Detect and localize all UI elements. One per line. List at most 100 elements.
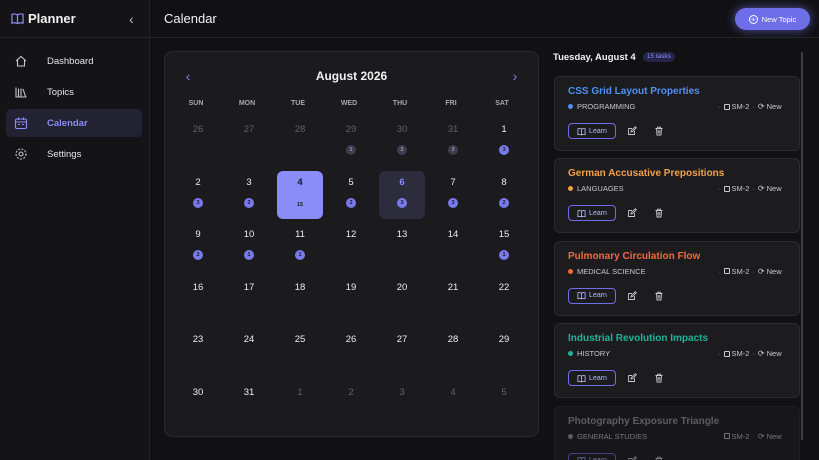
weekday-header: TUE: [291, 100, 305, 107]
calendar-day[interactable]: 5: [481, 381, 527, 429]
calendar-day[interactable]: 28: [430, 328, 476, 376]
calendar-day[interactable]: 18: [277, 276, 323, 324]
next-month-chevron-icon[interactable]: ›: [508, 69, 522, 85]
task-title[interactable]: CSS Grid Layout Properties: [568, 86, 700, 97]
learn-label: Learn: [589, 292, 607, 300]
task-title[interactable]: Industrial Revolution Impacts: [568, 333, 708, 344]
calendar-day[interactable]: 16: [175, 276, 221, 324]
trash-icon[interactable]: [654, 126, 664, 136]
edit-icon[interactable]: [627, 290, 637, 301]
calendar-day[interactable]: 30: [175, 381, 221, 429]
calendar-day[interactable]: 11 1: [277, 223, 323, 271]
calendar-day[interactable]: 25: [277, 328, 323, 376]
calendar-day[interactable]: 32: [226, 171, 272, 219]
task-card[interactable]: German Accusative Prepositions LANGUAGES ·…: [554, 158, 800, 234]
calendar-day[interactable]: 82: [481, 171, 527, 219]
day-number: 3: [399, 387, 405, 398]
calendar-day[interactable]: 52: [328, 171, 374, 219]
calendar-day[interactable]: 31: [226, 381, 272, 429]
day-number: 1: [501, 124, 507, 135]
calendar-day[interactable]: 14: [430, 223, 476, 271]
calendar-day[interactable]: 27: [379, 328, 425, 376]
task-card[interactable]: Industrial Revolution Impacts HISTORY · SM-…: [554, 323, 800, 399]
edit-icon[interactable]: [627, 208, 637, 218]
calendar-day[interactable]: 31 3: [430, 118, 476, 166]
algorithm-icon: [723, 185, 730, 192]
learn-button[interactable]: Learn: [568, 452, 616, 460]
task-count-dot: 2: [499, 197, 509, 208]
sidebar-item-topics[interactable]: Topics: [6, 78, 142, 106]
algorithm-label: SM-2: [731, 349, 750, 359]
calendar-day[interactable]: 12: [328, 223, 374, 271]
task-title[interactable]: Pulmonary Circulation Flow: [568, 251, 700, 262]
calendar-day[interactable]: 15 1: [481, 223, 527, 271]
learn-button[interactable]: Learn: [568, 205, 616, 222]
calendar-day[interactable]: 29: [481, 328, 527, 376]
calendar-day[interactable]: 23: [175, 328, 221, 376]
day-number: 18: [294, 281, 306, 293]
book-icon: [577, 210, 586, 218]
calendar-day[interactable]: 26: [328, 328, 374, 376]
calendar-day[interactable]: 10 1: [226, 223, 272, 271]
cycle-icon: ⟳: [757, 431, 765, 441]
learn-button[interactable]: Learn: [568, 370, 616, 387]
calendar-day[interactable]: 29 1: [328, 118, 374, 166]
calendar-day[interactable]: 92: [175, 223, 221, 271]
edit-icon[interactable]: [627, 455, 637, 460]
task-count-dot: 3: [448, 197, 458, 208]
calendar-day[interactable]: 2: [328, 381, 374, 429]
brand[interactable]: Planner ‹: [0, 0, 149, 38]
task-title[interactable]: German Accusative Prepositions: [568, 168, 724, 179]
task-card[interactable]: Photography Exposure Triangle GENERAL STU…: [554, 405, 800, 460]
calendar-day[interactable]: 19: [328, 276, 374, 324]
trash-icon[interactable]: [654, 291, 664, 301]
calendar-day[interactable]: 13: [481, 118, 527, 166]
calendar-day[interactable]: 13: [379, 223, 425, 271]
task-card[interactable]: Pulmonary Circulation Flow MEDICAL SCIENC…: [554, 240, 800, 316]
trash-icon[interactable]: [654, 456, 664, 460]
day-number: 26: [192, 124, 204, 135]
calendar-day[interactable]: 30 2: [379, 118, 425, 166]
day-number: 11: [295, 229, 305, 241]
calendar-day[interactable]: 24: [226, 328, 272, 376]
calendar-day[interactable]: 21: [430, 276, 476, 324]
day-number: 31: [243, 387, 255, 398]
calendar-day-today[interactable]: 4 15: [277, 170, 323, 219]
trash-icon[interactable]: [654, 208, 664, 218]
learn-button[interactable]: Learn: [568, 287, 616, 304]
calendar-day-selected[interactable]: 63: [379, 170, 425, 219]
calendar-day[interactable]: 17: [226, 276, 272, 324]
day-number: 9: [195, 229, 201, 241]
sidebar-item-calendar[interactable]: Calendar: [6, 109, 142, 137]
calendar-day[interactable]: 1: [277, 381, 323, 429]
gear-icon: [15, 148, 27, 160]
calendar-day[interactable]: 3: [379, 381, 425, 429]
category-dot-icon: [568, 186, 573, 192]
task-count-dot: 1: [499, 250, 509, 261]
status-label: New: [766, 266, 782, 276]
edit-icon[interactable]: [627, 373, 637, 383]
task-count-dot: 3: [499, 145, 509, 155]
task-card[interactable]: CSS Grid Layout Properties PROGRAMMING · SM…: [554, 76, 800, 151]
edit-icon[interactable]: [627, 126, 637, 136]
sidebar-item-settings[interactable]: Settings: [6, 140, 142, 168]
new-topic-button[interactable]: + New Topic: [735, 8, 810, 30]
calendar-day[interactable]: 22: [481, 276, 527, 324]
calendar-day[interactable]: 4: [430, 381, 476, 429]
learn-button[interactable]: Learn: [568, 123, 616, 139]
task-title[interactable]: Photography Exposure Triangle: [568, 416, 719, 427]
book-icon: [577, 374, 586, 383]
status-label: New: [766, 431, 782, 441]
calendar-day[interactable]: 23: [175, 171, 221, 219]
sidebar-item-dashboard[interactable]: Dashboard: [6, 47, 142, 75]
scrollbar[interactable]: [801, 52, 803, 440]
calendar-day[interactable]: 20: [379, 276, 425, 324]
books-icon: [15, 87, 27, 98]
calendar-day[interactable]: 73: [430, 171, 476, 219]
trash-icon[interactable]: [654, 373, 664, 383]
calendar-day[interactable]: 28: [277, 118, 323, 166]
calendar-day[interactable]: 26: [175, 118, 221, 166]
calendar-day[interactable]: 27: [226, 118, 272, 166]
algorithm-label: SM-2: [731, 184, 750, 194]
collapse-sidebar-icon[interactable]: ‹: [129, 12, 141, 26]
